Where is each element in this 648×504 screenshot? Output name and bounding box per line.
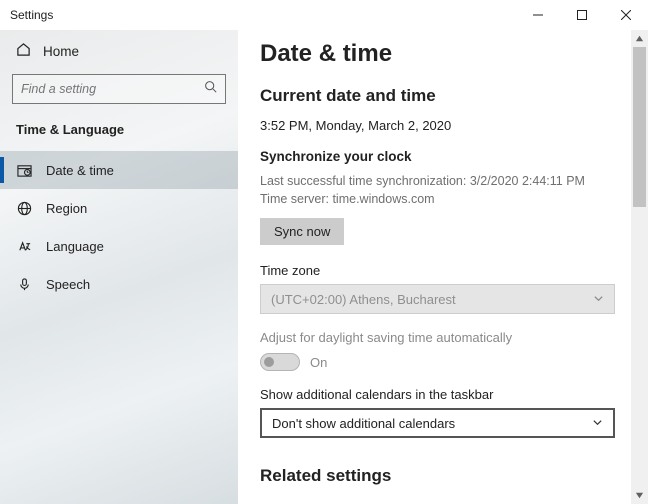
sync-last: Last successful time synchronization: 3/… xyxy=(260,172,615,190)
content-area: Date & time Current date and time 3:52 P… xyxy=(238,30,631,504)
category-label: Time & Language xyxy=(0,118,238,151)
close-button[interactable] xyxy=(604,0,648,30)
minimize-button[interactable] xyxy=(516,0,560,30)
sidebar-item-label: Date & time xyxy=(46,163,114,178)
window-title: Settings xyxy=(10,8,53,22)
calendars-dropdown[interactable]: Don't show additional calendars xyxy=(260,408,615,438)
related-settings-heading: Related settings xyxy=(260,466,615,486)
maximize-button[interactable] xyxy=(560,0,604,30)
section-current: Current date and time xyxy=(260,86,615,106)
titlebar: Settings xyxy=(0,0,648,30)
chevron-down-icon xyxy=(592,416,603,431)
dst-label: Adjust for daylight saving time automati… xyxy=(260,330,615,345)
search-icon xyxy=(204,80,217,98)
chevron-down-icon xyxy=(593,292,604,307)
sidebar-item-label: Language xyxy=(46,239,104,254)
scroll-up-button[interactable] xyxy=(631,30,648,47)
home-icon xyxy=(16,42,31,60)
page-title: Date & time xyxy=(260,40,615,68)
clock-icon xyxy=(16,163,32,178)
sync-server: Time server: time.windows.com xyxy=(260,190,615,208)
calendars-label: Show additional calendars in the taskbar xyxy=(260,387,615,402)
dst-state: On xyxy=(310,355,327,370)
search-box[interactable] xyxy=(12,74,226,104)
globe-icon xyxy=(16,201,32,216)
sidebar-item-language[interactable]: Language xyxy=(0,227,238,265)
timezone-value: (UTC+02:00) Athens, Bucharest xyxy=(271,292,456,307)
home-label: Home xyxy=(43,44,79,59)
home-nav[interactable]: Home xyxy=(0,36,238,74)
vertical-scrollbar[interactable] xyxy=(631,30,648,504)
calendars-value: Don't show additional calendars xyxy=(272,416,455,431)
settings-window: Settings Home xyxy=(0,0,648,504)
scroll-thumb[interactable] xyxy=(633,47,646,207)
timezone-label: Time zone xyxy=(260,263,615,278)
search-input[interactable] xyxy=(21,82,201,96)
dst-toggle[interactable] xyxy=(260,353,300,371)
current-datetime-value: 3:52 PM, Monday, March 2, 2020 xyxy=(260,118,615,133)
sidebar-item-region[interactable]: Region xyxy=(0,189,238,227)
sync-heading: Synchronize your clock xyxy=(260,149,615,164)
mic-icon xyxy=(16,277,32,292)
sidebar-item-date-time[interactable]: Date & time xyxy=(0,151,238,189)
window-controls xyxy=(516,0,648,30)
sync-now-button[interactable]: Sync now xyxy=(260,218,344,245)
scroll-down-button[interactable] xyxy=(631,487,648,504)
sidebar-item-speech[interactable]: Speech xyxy=(0,265,238,303)
language-icon xyxy=(16,239,32,254)
sidebar-item-label: Region xyxy=(46,201,87,216)
timezone-dropdown[interactable]: (UTC+02:00) Athens, Bucharest xyxy=(260,284,615,314)
sidebar-item-label: Speech xyxy=(46,277,90,292)
sidebar: Home Time & Language Date & time Region xyxy=(0,30,238,504)
